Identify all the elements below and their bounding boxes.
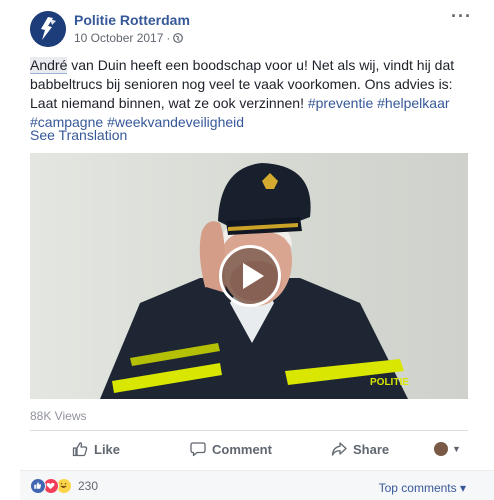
- top-comments-label: Top comments: [378, 481, 457, 495]
- shoulder-patch-text: POLITIE: [370, 377, 409, 388]
- share-arrow-icon: [331, 442, 347, 456]
- post-as-selector[interactable]: ▼: [434, 431, 461, 467]
- comment-button[interactable]: Comment: [190, 431, 272, 467]
- action-bar: Like Comment Share ▼: [30, 431, 468, 467]
- facebook-post: Politie Rotterdam 10 October 2017 · ··· …: [0, 0, 494, 500]
- share-label: Share: [353, 441, 390, 457]
- hashtag-link[interactable]: #preventie: [308, 95, 373, 111]
- more-options-button[interactable]: ···: [451, 6, 472, 27]
- play-button[interactable]: [219, 245, 281, 307]
- play-icon: [243, 263, 264, 289]
- globe-icon[interactable]: [173, 33, 184, 43]
- mention-link[interactable]: André: [30, 57, 68, 74]
- see-translation-link[interactable]: See Translation: [30, 127, 127, 143]
- thumbs-up-icon: [72, 442, 88, 457]
- hashtag-link[interactable]: #helpelkaar: [377, 95, 449, 111]
- police-badge-icon: [30, 11, 66, 47]
- reactions-summary[interactable]: 230: [30, 478, 98, 494]
- chevron-down-icon: ▼: [452, 444, 461, 454]
- user-avatar: [434, 442, 448, 456]
- post-date[interactable]: 10 October 2017: [74, 31, 163, 45]
- post-meta: 10 October 2017 ·: [74, 31, 184, 45]
- page-avatar[interactable]: [30, 11, 66, 47]
- video-player[interactable]: POLITIE: [30, 153, 468, 399]
- speech-bubble-icon: [190, 442, 206, 457]
- page-name[interactable]: Politie Rotterdam: [74, 12, 190, 28]
- comment-label: Comment: [212, 441, 272, 457]
- reactions-footer: 230 Top comments ▾: [20, 470, 494, 500]
- chevron-down-icon: ▾: [459, 481, 466, 495]
- share-button[interactable]: Share: [331, 431, 389, 467]
- reaction-count: 230: [78, 479, 99, 493]
- top-comments-dropdown[interactable]: Top comments ▾: [379, 481, 466, 495]
- view-count: 88K Views: [30, 409, 87, 423]
- like-reaction-icon: [30, 478, 46, 494]
- like-label: Like: [94, 441, 121, 457]
- hashtag-link[interactable]: #weekvandeveiligheid: [107, 114, 244, 130]
- like-button[interactable]: Like: [72, 431, 120, 467]
- meta-separator: ·: [166, 31, 171, 45]
- post-text: André van Duin heeft een boodschap voor …: [30, 56, 470, 132]
